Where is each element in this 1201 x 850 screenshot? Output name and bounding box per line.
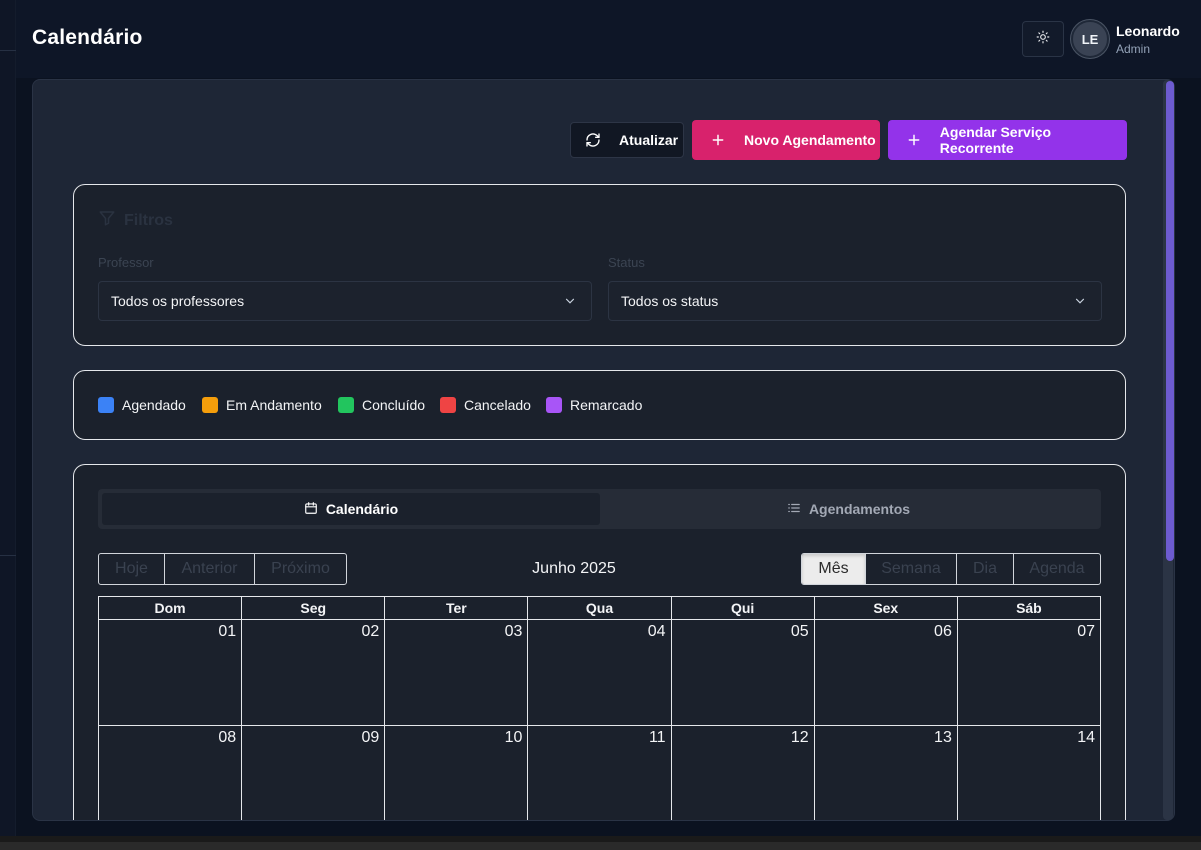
legend-item-concluido: Concluído [338, 397, 425, 413]
legend-item-em-andamento: Em Andamento [202, 397, 322, 413]
chevron-down-icon [1073, 294, 1087, 311]
month-grid: Dom Seg Ter Qua Qui Sex Sáb 01 02 03 04 … [98, 596, 1101, 820]
day-cell[interactable]: 04 [528, 620, 672, 725]
week-row: 08 09 10 11 12 13 14 [98, 726, 1101, 820]
tab-calendar[interactable]: Calendário [102, 493, 600, 525]
weekday-label: Ter [385, 597, 529, 619]
day-cell[interactable]: 03 [385, 620, 529, 725]
status-select-value: Todos os status [621, 293, 719, 309]
view-switcher: Mês Semana Dia Agenda [801, 553, 1101, 585]
refresh-label: Atualizar [619, 132, 679, 148]
professor-label: Professor [98, 255, 154, 270]
tab-appointments[interactable]: Agendamentos [600, 493, 1097, 525]
sidebar-edge [0, 0, 16, 836]
top-bar: Calendário LE Leonardo Admin [16, 0, 1201, 78]
legend-label: Remarcado [570, 397, 643, 413]
week-row: 01 02 03 04 05 06 07 [98, 620, 1101, 726]
filters-card: Filtros Professor Todos os professores S… [73, 184, 1126, 346]
plus-icon [904, 133, 924, 147]
legend-item-agendado: Agendado [98, 397, 186, 413]
view-day-button[interactable]: Dia [957, 554, 1014, 584]
day-cell[interactable]: 13 [815, 726, 958, 820]
chevron-down-icon [563, 294, 577, 311]
new-appointment-label: Novo Agendamento [744, 132, 876, 148]
page-title: Calendário [32, 26, 143, 49]
view-week-button[interactable]: Semana [866, 554, 957, 584]
day-cell[interactable]: 01 [99, 620, 243, 725]
previous-button[interactable]: Anterior [165, 554, 255, 584]
day-cell[interactable]: 06 [815, 620, 958, 725]
weekday-label: Dom [99, 597, 243, 619]
legend-swatch [98, 397, 114, 413]
user-role: Admin [1116, 42, 1151, 56]
sidebar-divider [0, 555, 16, 556]
tab-appointments-label: Agendamentos [808, 501, 911, 517]
view-agenda-button[interactable]: Agenda [1014, 554, 1100, 584]
filters-title: Filtros [98, 209, 173, 232]
weekday-label: Sex [815, 597, 958, 619]
view-month-button[interactable]: Mês [802, 554, 866, 584]
main-panel: Atualizar Novo Agendamento Agendar Servi… [32, 79, 1175, 821]
legend-label: Em Andamento [226, 397, 322, 413]
legend-label: Agendado [122, 397, 186, 413]
day-cell[interactable]: 02 [242, 620, 386, 725]
next-button[interactable]: Próximo [255, 554, 346, 584]
plus-icon [708, 133, 728, 147]
legend-swatch [440, 397, 456, 413]
month-label: Junho 2025 [532, 560, 616, 577]
weekday-label: Qua [528, 597, 672, 619]
legend-item-cancelado: Cancelado [440, 397, 531, 413]
recurring-service-label: Agendar Serviço Recorrente [939, 124, 1052, 156]
day-cell[interactable]: 12 [672, 726, 815, 820]
view-tabs: Calendário Agendamentos [98, 489, 1101, 529]
refresh-button[interactable]: Atualizar [570, 122, 684, 158]
calendar-card: Calendário Agendamentos Hoje Anterior Pr… [73, 464, 1126, 820]
avatar[interactable]: LE [1071, 20, 1109, 58]
user-name: Leonardo [1116, 23, 1180, 39]
weekday-label: Qui [672, 597, 815, 619]
day-cell[interactable]: 11 [528, 726, 672, 820]
list-icon [787, 501, 809, 518]
status-select[interactable]: Todos os status [608, 281, 1102, 321]
status-legend: Agendado Em Andamento Concluído Cancelad… [73, 370, 1126, 440]
legend-swatch [546, 397, 562, 413]
recurring-service-button[interactable]: Agendar Serviço Recorrente [888, 120, 1127, 160]
day-cell[interactable]: 09 [242, 726, 386, 820]
theme-toggle-button[interactable] [1022, 21, 1064, 57]
legend-item-remarcado: Remarcado [546, 397, 642, 413]
scrollbar-thumb[interactable] [1166, 81, 1174, 561]
sidebar-divider [0, 50, 16, 51]
status-label: Status [608, 255, 645, 270]
tab-calendar-label: Calendário [325, 501, 399, 517]
weekday-label: Sáb [1016, 600, 1042, 616]
legend-label: Concluído [362, 397, 426, 413]
day-cell[interactable]: 08 [99, 726, 243, 820]
today-button[interactable]: Hoje [99, 554, 165, 584]
day-cell[interactable]: 14 [958, 726, 1100, 820]
weekday-label: Seg [242, 597, 386, 619]
window-bottom-strip [0, 842, 1201, 850]
new-appointment-button[interactable]: Novo Agendamento [692, 120, 880, 160]
professor-select-value: Todos os professores [111, 293, 245, 309]
legend-label: Cancelado [464, 397, 531, 413]
refresh-icon [583, 132, 603, 148]
window-bottom-edge [0, 836, 1201, 850]
day-cell[interactable]: 10 [385, 726, 529, 820]
legend-swatch [338, 397, 354, 413]
legend-swatch [202, 397, 218, 413]
sun-icon [1036, 30, 1050, 49]
weekday-header: Dom Seg Ter Qua Qui Sex Sáb [98, 596, 1101, 620]
filters-title-text: Filtros [124, 211, 173, 229]
professor-select[interactable]: Todos os professores [98, 281, 592, 321]
filter-icon [98, 209, 124, 232]
day-cell[interactable]: 05 [672, 620, 815, 725]
calendar-nav-group: Hoje Anterior Próximo [98, 553, 347, 585]
day-cell[interactable]: 07 [958, 620, 1100, 725]
calendar-icon [304, 501, 326, 518]
